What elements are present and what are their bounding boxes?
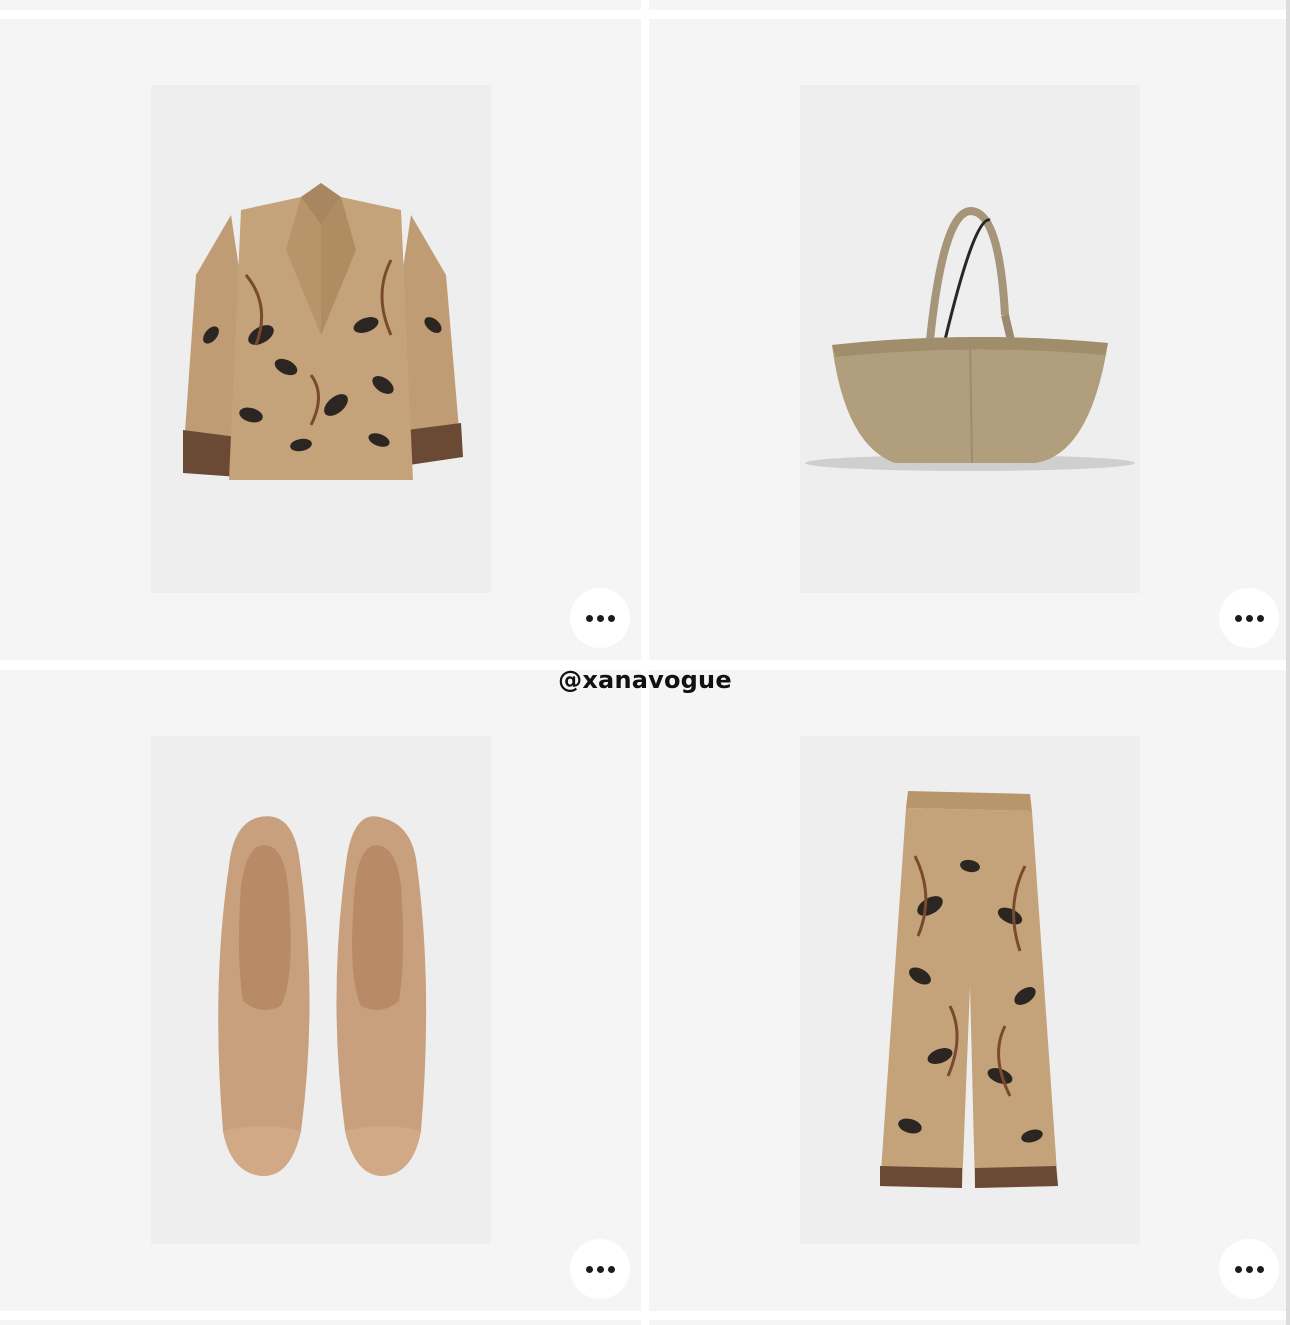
next-row-strip	[649, 1320, 1290, 1325]
product-image-jacket[interactable]	[151, 85, 491, 593]
product-grid-page: @xanavogue	[0, 0, 1290, 1325]
more-options-button[interactable]	[1219, 1239, 1279, 1299]
previous-row-strip	[0, 0, 641, 10]
ellipsis-icon	[596, 614, 604, 622]
product-card-tote-bag[interactable]	[649, 19, 1290, 660]
more-options-button[interactable]	[570, 1239, 630, 1299]
ellipsis-icon	[1234, 614, 1242, 622]
ellipsis-icon	[1245, 614, 1253, 622]
product-image-ballet-flats[interactable]	[151, 736, 491, 1244]
printed-trousers-illustration	[800, 736, 1140, 1244]
ellipsis-icon	[596, 1265, 604, 1273]
previous-row-strip	[649, 0, 1290, 10]
ellipsis-icon	[585, 1265, 593, 1273]
more-options-button[interactable]	[570, 588, 630, 648]
tote-bag-illustration	[800, 85, 1140, 593]
ellipsis-icon	[585, 614, 593, 622]
watermark-handle: @xanavogue	[558, 666, 732, 694]
product-card-ballet-flats[interactable]	[0, 670, 641, 1311]
ellipsis-icon	[607, 1265, 615, 1273]
next-row-strip	[0, 1320, 641, 1325]
ellipsis-icon	[1245, 1265, 1253, 1273]
more-options-button[interactable]	[1219, 588, 1279, 648]
jacket-illustration	[151, 85, 491, 593]
ellipsis-icon	[1234, 1265, 1242, 1273]
scroll-edge	[1286, 0, 1290, 1325]
product-card-jacket[interactable]	[0, 19, 641, 660]
product-image-printed-trousers[interactable]	[800, 736, 1140, 1244]
ellipsis-icon	[1256, 614, 1264, 622]
ellipsis-icon	[607, 614, 615, 622]
product-card-printed-trousers[interactable]	[649, 670, 1290, 1311]
ballet-flats-illustration	[151, 736, 491, 1244]
ellipsis-icon	[1256, 1265, 1264, 1273]
product-image-tote-bag[interactable]	[800, 85, 1140, 593]
